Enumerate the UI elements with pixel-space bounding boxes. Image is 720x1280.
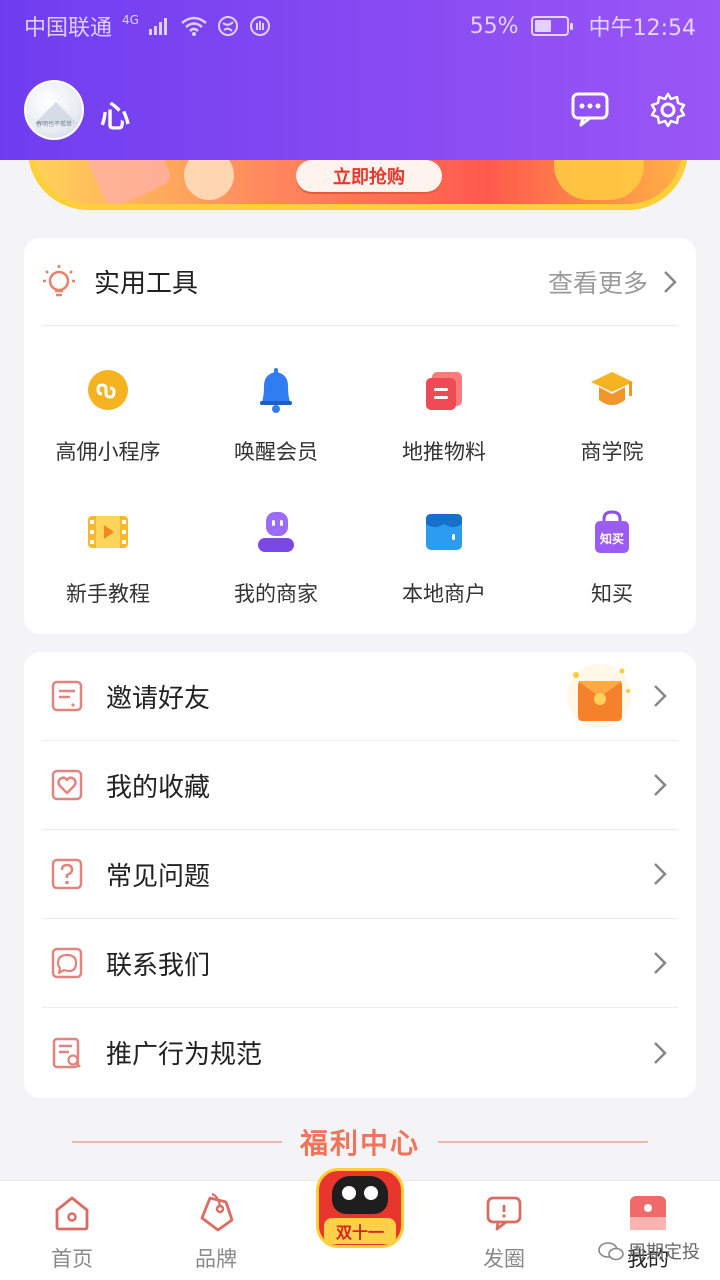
tool-mini-program[interactable]: 高佣小程序 (24, 366, 192, 466)
moments-icon (482, 1191, 526, 1235)
nav-label: 品牌 (195, 1247, 237, 1271)
graduation-cap-icon (588, 366, 636, 414)
chevron-right-icon (654, 952, 667, 974)
chevron-right-icon (664, 270, 677, 293)
nav-label: 首页 (51, 1247, 93, 1271)
tool-local-merchants[interactable]: 本地商户 (360, 508, 528, 608)
tool-ground-materials[interactable]: 地推物料 (360, 366, 528, 466)
chevron-right-icon (654, 1041, 667, 1064)
tmall-cat-icon (332, 1176, 388, 1214)
nav-label: 发圈 (483, 1247, 525, 1271)
tool-label: 唤醒会员 (234, 440, 318, 464)
menu-label: 联系我们 (106, 950, 211, 981)
menu-invite-friends[interactable]: 邀请好友 (42, 652, 678, 741)
question-icon (50, 857, 84, 891)
menu-faq[interactable]: 常见问题 (42, 830, 678, 919)
tool-wake-members[interactable]: 唤醒会员 (192, 366, 360, 466)
menu-my-favorites[interactable]: 我的收藏 (42, 741, 678, 830)
view-more-link[interactable]: 查看更多 (548, 264, 648, 300)
avatar-caption: 春明也不孤单 (35, 121, 72, 128)
badge-label: 双十一 (324, 1218, 396, 1244)
tools-card: 实用工具 查看更多 高佣小程序 唤醒会员 地推物料 商学院 新手教程 我的商家 … (24, 238, 696, 634)
menu-contact-us[interactable]: 联系我们 (42, 919, 678, 1008)
tools-title: 实用工具 (94, 269, 199, 299)
tool-label: 商学院 (580, 440, 644, 464)
wechat-icon (598, 1242, 624, 1261)
document-icon (420, 366, 468, 414)
tool-label: 高佣小程序 (55, 440, 161, 464)
menu-label: 邀请好友 (106, 683, 211, 714)
settings-button[interactable] (648, 90, 688, 130)
divider (71, 1141, 282, 1143)
welfare-title: 福利中心 (299, 1127, 420, 1160)
store-icon (420, 508, 468, 556)
watermark: 周期定投 (598, 1238, 700, 1264)
double-eleven-badge[interactable]: 双十一 (310, 1162, 410, 1254)
lightbulb-icon (43, 264, 75, 296)
clock: 中午12:54 (588, 16, 696, 41)
tool-label: 本地商户 (402, 582, 486, 606)
battery-icon (530, 16, 573, 36)
profile-icon (626, 1191, 670, 1235)
divider (438, 1141, 648, 1143)
tag-icon (194, 1191, 238, 1235)
shopping-bag-icon: 知买 (588, 508, 636, 556)
battery-percent: 55% (469, 13, 519, 39)
chat-icon (50, 946, 84, 980)
chevron-right-icon (654, 774, 667, 796)
tool-zhimai[interactable]: 知买 知买 (528, 508, 696, 608)
home-icon (50, 1191, 94, 1235)
merchant-icon (252, 508, 300, 556)
film-icon (84, 508, 132, 556)
mini-program-icon (84, 366, 132, 414)
nav-mine[interactable]: 我的 (576, 1181, 720, 1280)
watermark-text: 周期定投 (628, 1242, 700, 1263)
tool-business-school[interactable]: 商学院 (528, 366, 696, 466)
menu-card: 邀请好友 我的收藏 常见问题 联系我们 推广行为规范 (24, 652, 696, 1098)
profile-header: 中国联通 4G 55% 中午12:54 春明也不孤单 心 (0, 0, 720, 160)
bell-icon (252, 366, 300, 414)
heart-icon (50, 768, 84, 802)
buy-now-button[interactable]: 立即抢购 (296, 160, 442, 192)
wifi-icon (181, 16, 207, 36)
tool-label: 地推物料 (402, 440, 486, 464)
network-label: 4G (122, 13, 139, 27)
message-icon (571, 92, 609, 127)
nav-home[interactable]: 首页 (0, 1181, 144, 1280)
welfare-section-title: 福利中心 (0, 1122, 720, 1162)
tools-header[interactable]: 实用工具 查看更多 (42, 238, 678, 326)
menu-promotion-rules[interactable]: 推广行为规范 (42, 1008, 678, 1097)
chevron-right-icon (654, 685, 667, 707)
tool-my-merchants[interactable]: 我的商家 (192, 508, 360, 608)
tool-label: 新手教程 (66, 582, 150, 606)
tool-tutorial[interactable]: 新手教程 (24, 508, 192, 608)
menu-label: 常见问题 (106, 861, 211, 892)
message-button[interactable] (570, 90, 610, 130)
status-bar: 中国联通 4G 55% 中午12:54 (0, 0, 720, 52)
signal-icon (148, 17, 171, 35)
rules-icon (50, 1036, 84, 1070)
menu-label: 我的收藏 (106, 772, 211, 803)
username: 心 (100, 100, 130, 135)
red-envelope-icon (564, 661, 634, 731)
avatar[interactable]: 春明也不孤单 (24, 80, 84, 140)
bag-text: 知买 (599, 532, 624, 546)
tool-label: 知买 (591, 582, 633, 606)
nav-brand[interactable]: 品牌 (144, 1181, 288, 1280)
invite-icon (50, 679, 84, 713)
globe-icon (217, 15, 239, 37)
menu-label: 推广行为规范 (106, 1040, 263, 1070)
tool-label: 我的商家 (234, 582, 318, 606)
nav-moments[interactable]: 发圈 (432, 1181, 576, 1280)
chevron-right-icon (654, 863, 667, 885)
hand-icon (249, 15, 271, 37)
gear-icon (650, 92, 686, 128)
carrier-label: 中国联通 (24, 16, 113, 41)
